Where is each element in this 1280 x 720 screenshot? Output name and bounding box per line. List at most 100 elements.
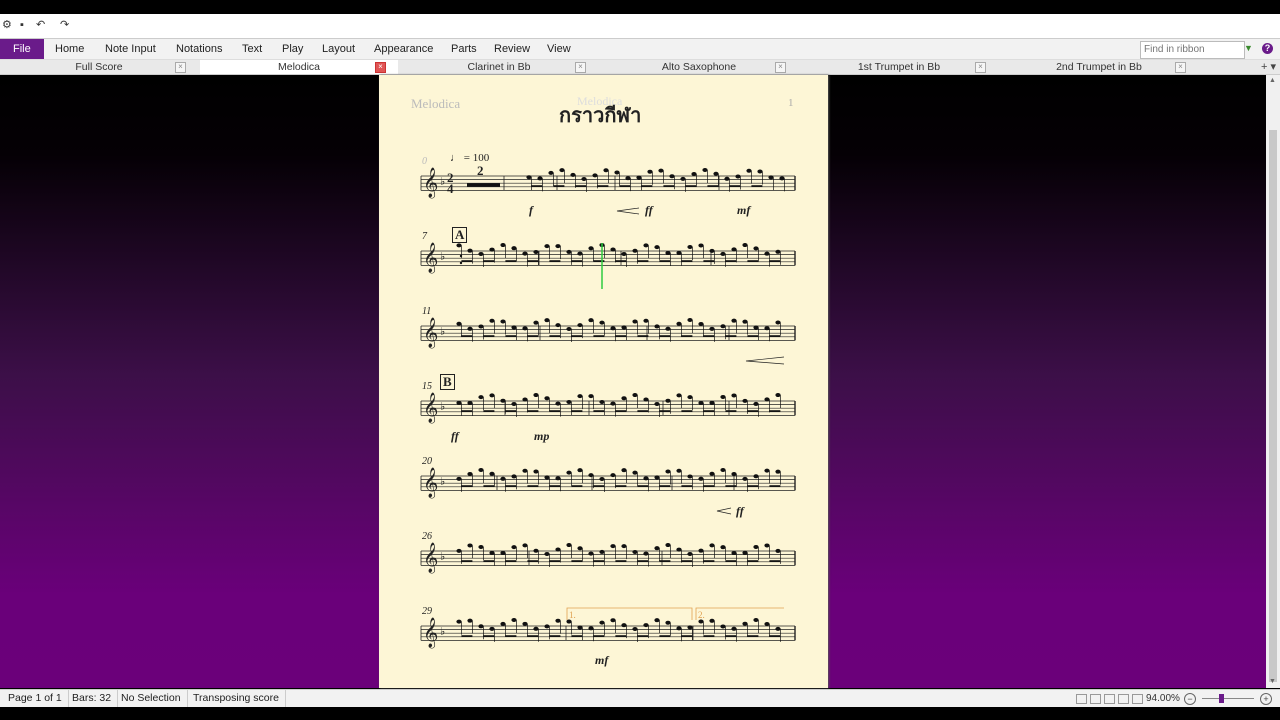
note-head	[698, 400, 704, 405]
time-sig-bottom: 4	[447, 181, 454, 196]
dynamic-marking[interactable]: ff	[451, 429, 459, 444]
help-icon[interactable]: ?	[1262, 43, 1273, 54]
menu-view[interactable]: View	[547, 39, 571, 59]
tab-alto-saxophone[interactable]: Alto Saxophone ×	[600, 60, 798, 74]
note-head	[533, 393, 539, 398]
crescendo-hairpin	[716, 507, 732, 515]
note-head	[720, 394, 726, 399]
note-head	[654, 618, 660, 623]
score-title[interactable]: กราวกีฬา	[559, 99, 641, 131]
transposing-status[interactable]: Transposing score	[187, 690, 286, 707]
bar-number: 0	[422, 156, 427, 167]
tab-label: Alto Saxophone	[661, 61, 737, 73]
key-signature-flat: ♭	[440, 175, 445, 188]
note-head	[709, 543, 715, 548]
crescendo-hairpin	[616, 207, 640, 215]
note-head	[709, 248, 715, 253]
note-head	[489, 471, 495, 476]
tab-2nd-trumpet[interactable]: 2nd Trumpet in Bb ×	[1000, 60, 1198, 74]
menu-file[interactable]: File	[0, 39, 44, 59]
redo-icon[interactable]: ↷	[60, 18, 69, 32]
zoom-slider[interactable]	[1202, 698, 1254, 699]
note-head	[731, 318, 737, 323]
note-head	[456, 243, 462, 248]
dynamic-marking[interactable]: mf	[737, 203, 750, 218]
note-head	[621, 396, 627, 401]
note-head	[709, 618, 715, 623]
note-head	[581, 176, 587, 181]
note-head	[610, 544, 616, 549]
menu-parts[interactable]: Parts	[451, 39, 477, 59]
close-icon[interactable]: ×	[975, 62, 986, 73]
menu-review[interactable]: Review	[494, 39, 530, 59]
dynamic-marking[interactable]: ff	[736, 504, 744, 519]
note-head	[775, 548, 781, 553]
menu-layout[interactable]: Layout	[322, 39, 355, 59]
save-icon[interactable]: ▪	[20, 18, 24, 32]
tab-full-score[interactable]: Full Score ×	[0, 60, 198, 74]
menu-appearance[interactable]: Appearance	[374, 39, 433, 59]
view-mode-icon[interactable]	[1076, 694, 1087, 704]
treble-clef-icon: 𝄞	[423, 467, 438, 499]
zoom-out-icon[interactable]: −	[1184, 693, 1196, 705]
note-head	[621, 251, 627, 256]
close-icon[interactable]: ×	[375, 62, 386, 73]
key-signature-flat: ♭	[440, 550, 445, 563]
note-head	[676, 321, 682, 326]
note-head	[731, 393, 737, 398]
note-head	[698, 321, 704, 326]
note-head	[522, 326, 528, 331]
close-icon[interactable]: ×	[1175, 62, 1186, 73]
dynamic-marking[interactable]: ff	[645, 203, 653, 218]
chevron-down-icon[interactable]: ▼	[1244, 43, 1253, 53]
find-in-ribbon-input[interactable]	[1140, 41, 1245, 59]
zoom-slider-thumb[interactable]	[1219, 694, 1224, 703]
menu-home[interactable]: Home	[55, 39, 84, 59]
note-head	[742, 243, 748, 248]
note-head	[687, 395, 693, 400]
rehearsal-mark-b[interactable]: B	[440, 374, 455, 390]
view-mode-icon[interactable]	[1090, 694, 1101, 704]
tab-label: 2nd Trumpet in Bb	[1056, 61, 1142, 73]
menu-notations[interactable]: Notations	[176, 39, 222, 59]
view-mode-icon[interactable]	[1132, 694, 1143, 704]
menu-play[interactable]: Play	[282, 39, 303, 59]
vertical-scrollbar[interactable]: ▲ ▼	[1266, 75, 1280, 688]
undo-icon[interactable]: ↶	[36, 18, 45, 32]
note-head	[566, 326, 572, 331]
menu-note-input[interactable]: Note Input	[105, 39, 156, 59]
note-head	[632, 470, 638, 475]
dynamic-marking[interactable]: mp	[534, 429, 549, 444]
tab-clarinet[interactable]: Clarinet in Bb ×	[400, 60, 598, 74]
scroll-up-icon[interactable]: ▲	[1269, 77, 1276, 84]
scroll-down-icon[interactable]: ▼	[1269, 678, 1276, 685]
close-icon[interactable]: ×	[775, 62, 786, 73]
menu-text[interactable]: Text	[242, 39, 262, 59]
dynamic-marking[interactable]: f	[529, 203, 533, 218]
note-head	[713, 171, 719, 176]
view-mode-icon[interactable]	[1104, 694, 1115, 704]
note-head	[555, 476, 561, 481]
tab-label: Melodica	[277, 61, 321, 73]
add-tab-icon[interactable]: + ▾	[1261, 60, 1276, 73]
tab-melodica[interactable]: Melodica ×	[200, 60, 398, 74]
note-head	[764, 397, 770, 402]
note-head	[654, 546, 660, 551]
rehearsal-mark-a[interactable]: A	[452, 227, 468, 243]
note-head	[746, 168, 752, 173]
zoom-in-icon[interactable]: +	[1260, 693, 1272, 705]
scrollbar-thumb[interactable]	[1269, 130, 1277, 682]
tab-1st-trumpet[interactable]: 1st Trumpet in Bb ×	[800, 60, 998, 74]
note-head	[731, 247, 737, 252]
score-page[interactable]: 𝄞 ♭ 𝄞 ♭ 𝄞 ♭ 𝄞 ♭ 𝄞 ♭ 𝄞 ♭ 𝄞 ♭ Melodica Melodica กราวกีฬ…	[379, 75, 828, 688]
note-head	[544, 475, 550, 480]
dynamic-marking[interactable]: mf	[595, 653, 608, 668]
close-icon[interactable]: ×	[175, 62, 186, 73]
close-icon[interactable]: ×	[575, 62, 586, 73]
note-head	[720, 468, 726, 473]
note-head	[731, 626, 737, 631]
note-head	[544, 396, 550, 401]
note-head	[456, 400, 462, 405]
note-head	[698, 619, 704, 624]
view-mode-icon[interactable]	[1118, 694, 1129, 704]
